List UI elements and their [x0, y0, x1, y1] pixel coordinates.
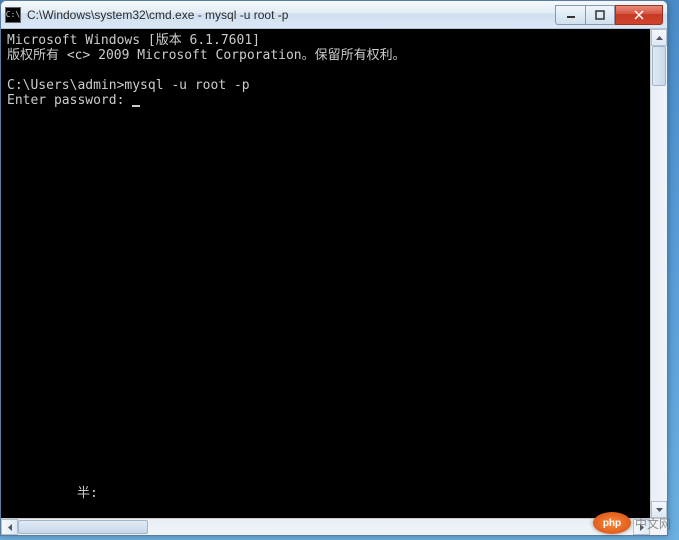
hscroll-track[interactable]: [18, 519, 633, 535]
titlebar[interactable]: C:\ C:\Windows\system32\cmd.exe - mysql …: [1, 1, 667, 29]
terminal-line: 版权所有 <c> 2009 Microsoft Corporation。保留所有…: [7, 48, 406, 63]
scroll-left-button[interactable]: [1, 519, 18, 535]
close-button[interactable]: [615, 5, 663, 25]
hscroll-thumb[interactable]: [18, 520, 148, 534]
cmd-window: C:\ C:\Windows\system32\cmd.exe - mysql …: [0, 0, 668, 536]
chevron-right-icon: [640, 524, 644, 531]
window-title: C:\Windows\system32\cmd.exe - mysql -u r…: [27, 8, 555, 22]
vscroll-thumb[interactable]: [652, 46, 666, 86]
chevron-left-icon: [8, 524, 12, 531]
terminal-output[interactable]: Microsoft Windows [版本 6.1.7601] 版权所有 <c>…: [1, 29, 650, 518]
scroll-corner: [650, 519, 667, 535]
cursor: [132, 105, 140, 107]
vertical-scrollbar[interactable]: [650, 29, 667, 518]
minimize-button[interactable]: [555, 5, 585, 25]
maximize-button[interactable]: [585, 5, 615, 25]
terminal-line: Microsoft Windows [版本 6.1.7601]: [7, 33, 260, 48]
close-icon: [634, 10, 644, 20]
terminal-line: C:\Users\admin>mysql -u root -p: [7, 78, 250, 93]
chevron-up-icon: [656, 36, 663, 40]
window-controls: [555, 5, 663, 25]
cmd-icon: C:\: [5, 7, 21, 23]
scroll-right-button[interactable]: [633, 519, 650, 535]
ime-status: 半:: [77, 486, 98, 501]
horizontal-scrollbar[interactable]: [1, 518, 667, 535]
vscroll-track[interactable]: [651, 46, 667, 501]
chevron-down-icon: [656, 508, 663, 512]
terminal-line: Enter password:: [7, 93, 132, 108]
scroll-down-button[interactable]: [651, 501, 667, 518]
minimize-icon: [566, 10, 576, 20]
client-area: Microsoft Windows [版本 6.1.7601] 版权所有 <c>…: [1, 29, 667, 518]
maximize-icon: [595, 10, 605, 20]
scroll-up-button[interactable]: [651, 29, 667, 46]
